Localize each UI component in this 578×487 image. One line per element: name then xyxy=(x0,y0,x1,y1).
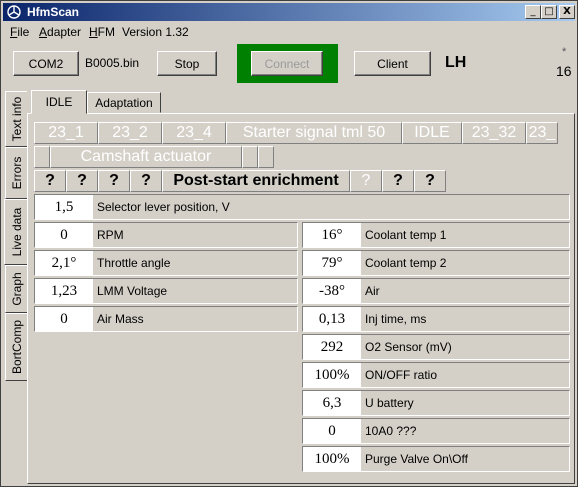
selector-value: 1,5 xyxy=(35,195,93,219)
value-label: Throttle angle xyxy=(97,256,171,270)
tab-graph[interactable]: Graph xyxy=(5,265,27,313)
live-data-panel: IDLE Adaptation 23_1 23_2 23_4 Starter s… xyxy=(27,90,575,484)
signal-camshaft: Camshaft actuator xyxy=(50,146,242,168)
value-label: ON/OFF ratio xyxy=(365,368,438,382)
signal-q-7: ? xyxy=(414,170,446,192)
signal-q-6: ? xyxy=(382,170,414,192)
value-cell: 2,1° xyxy=(35,251,93,275)
value-cell: 16° xyxy=(303,223,361,247)
value-label: Purge Valve On\Off xyxy=(365,452,468,466)
signal-q-1: ? xyxy=(34,170,66,192)
stop-button[interactable]: Stop xyxy=(157,51,217,76)
value-label: Coolant temp 2 xyxy=(365,256,447,270)
menu-adapter[interactable]: Adapter xyxy=(39,25,81,39)
value-cell: -38° xyxy=(303,279,361,303)
tab-errors[interactable]: Errors xyxy=(5,147,27,199)
signal-23-x: 23_ xyxy=(526,122,558,144)
value-label: Coolant temp 1 xyxy=(365,228,447,242)
signal-q-3: ? xyxy=(98,170,130,192)
value-cell: 6,3 xyxy=(303,391,361,415)
file-name-label: B0005.bin xyxy=(85,56,140,70)
value-label: Inj time, ms xyxy=(365,312,427,326)
value-row: 79° Coolant temp 2 xyxy=(302,250,570,276)
value-row: 2,1° Throttle angle xyxy=(34,250,298,276)
value-row: 1,23 LMM Voltage xyxy=(34,278,298,304)
signal-blank-1 xyxy=(34,146,50,168)
value-row: 292 O2 Sensor (mV) xyxy=(302,334,570,360)
signal-23-2: 23_2 xyxy=(98,122,162,144)
menu-file[interactable]: File xyxy=(10,25,29,39)
value-row: 0 10A0 ??? xyxy=(302,418,570,444)
value-cell: 100% xyxy=(303,447,361,471)
signal-row-3: ? ? ? ? Post-start enrichment ? ? ? xyxy=(34,170,446,192)
close-button[interactable]: X xyxy=(559,5,575,19)
value-cell: 1,23 xyxy=(35,279,93,303)
signal-q-5: ? xyxy=(350,170,382,192)
signal-23-4: 23_4 xyxy=(162,122,226,144)
maximize-button[interactable]: □ xyxy=(541,5,557,19)
idle-page: 23_1 23_2 23_4 Starter signal tml 50 IDL… xyxy=(27,113,575,484)
main-window: HfmScan _ □ X File Adapter HFM Version 1… xyxy=(0,0,578,487)
connect-button[interactable]: Connect xyxy=(251,51,323,76)
value-row: -38° Air xyxy=(302,278,570,304)
selector-label: Selector lever position, V xyxy=(97,200,230,214)
window-title: HfmScan xyxy=(27,5,80,19)
menu-hfm[interactable]: HFM xyxy=(89,25,115,39)
value-cell: 0 xyxy=(35,223,93,247)
tab-bortcomp[interactable]: BortComp xyxy=(5,313,27,381)
value-row: 0 Air Mass xyxy=(34,306,298,332)
selector-row: 1,5 Selector lever position, V xyxy=(34,194,570,220)
client-button[interactable]: Client xyxy=(354,51,431,76)
counter-value: 16 xyxy=(556,63,572,79)
com-port-button[interactable]: COM2 xyxy=(13,51,79,76)
value-cell: 0,13 xyxy=(303,307,361,331)
value-cell: 0 xyxy=(303,419,361,443)
signal-blank-2 xyxy=(242,146,258,168)
signal-starter: Starter signal tml 50 xyxy=(226,122,402,144)
value-label: Air Mass xyxy=(97,312,144,326)
minimize-button[interactable]: _ xyxy=(525,5,541,19)
value-label: LMM Voltage xyxy=(97,284,168,298)
signal-blank-3 xyxy=(258,146,274,168)
value-row: 100% ON/OFF ratio xyxy=(302,362,570,388)
app-icon xyxy=(7,5,21,19)
signal-post-start: Post-start enrichment xyxy=(162,170,350,192)
signal-row-1: 23_1 23_2 23_4 Starter signal tml 50 IDL… xyxy=(34,122,558,144)
signal-q-2: ? xyxy=(66,170,98,192)
value-label: Air xyxy=(365,284,380,298)
counter-mark: * xyxy=(562,46,567,58)
signal-23-1: 23_1 xyxy=(34,122,98,144)
signal-23-32: 23_32 xyxy=(462,122,526,144)
value-cell: 79° xyxy=(303,251,361,275)
tab-idle[interactable]: IDLE xyxy=(31,90,87,114)
value-row: 6,3 U battery xyxy=(302,390,570,416)
signal-row-2: Camshaft actuator xyxy=(34,146,274,168)
value-row: 0 RPM xyxy=(34,222,298,248)
value-row: 0,13 Inj time, ms xyxy=(302,306,570,332)
value-label: RPM xyxy=(97,228,124,242)
signal-q-4: ? xyxy=(130,170,162,192)
title-bar[interactable]: HfmScan _ □ X xyxy=(3,3,575,21)
value-cell: 100% xyxy=(303,363,361,387)
value-label: O2 Sensor (mV) xyxy=(365,340,452,354)
value-label: 10A0 ??? xyxy=(365,424,417,438)
signal-idle: IDLE xyxy=(402,122,462,144)
value-label: U battery xyxy=(365,396,414,410)
tab-live-data[interactable]: Live data xyxy=(4,199,28,265)
value-cell: 0 xyxy=(35,307,93,331)
menu-bar: File Adapter HFM Version 1.32 xyxy=(3,23,575,41)
value-row: 100% Purge Valve On\Off xyxy=(302,446,570,472)
tab-adaptation[interactable]: Adaptation xyxy=(87,92,161,113)
mode-label: LH xyxy=(445,54,467,71)
tab-text-info[interactable]: Text info xyxy=(5,91,27,147)
menu-version[interactable]: Version 1.32 xyxy=(122,25,189,39)
value-cell: 292 xyxy=(303,335,361,359)
value-row: 16° Coolant temp 1 xyxy=(302,222,570,248)
